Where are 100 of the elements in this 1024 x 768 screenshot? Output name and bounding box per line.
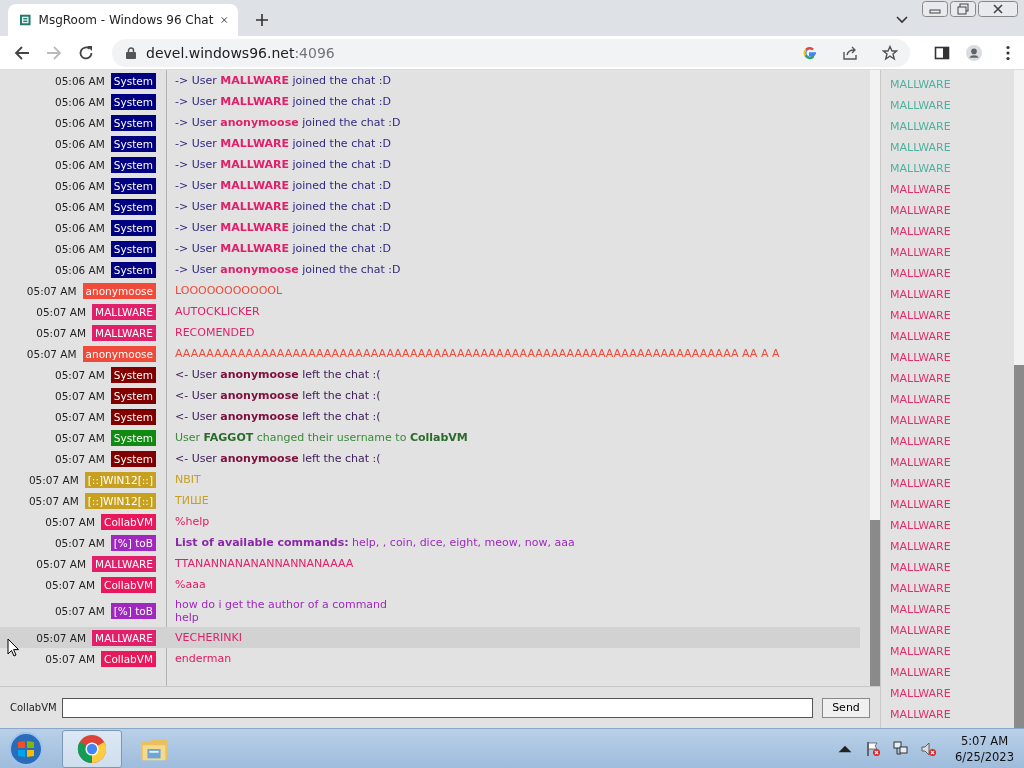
chrome-icon [77, 733, 107, 764]
user-list-item[interactable]: MALLWARE [890, 305, 1014, 326]
google-icon[interactable] [802, 44, 818, 61]
user-list-item[interactable]: MALLWARE [890, 347, 1014, 368]
close-button[interactable] [978, 1, 1018, 17]
start-button[interactable] [8, 730, 44, 767]
message-text: %aaa [174, 577, 206, 593]
address-field[interactable]: devel.windows96.net:4096 [112, 38, 910, 67]
user-list-item[interactable]: MALLWARE [890, 410, 1014, 431]
username-badge: [%] toB [110, 534, 156, 551]
timestamp: 05:07 AM [36, 305, 87, 318]
message-text: -> User anonymoose joined the chat :D [174, 262, 401, 278]
username-badge: System [110, 156, 156, 173]
username-badge: System [110, 240, 156, 257]
app-icon [20, 12, 31, 28]
user-list-item[interactable]: MALLWARE [890, 557, 1014, 578]
user-list-item[interactable]: MALLWARE [890, 263, 1014, 284]
user-list-item[interactable]: MALLWARE [890, 494, 1014, 515]
timestamp: 05:07 AM [55, 431, 105, 444]
user-list-item[interactable]: MALLWARE [890, 284, 1014, 305]
scrollbar[interactable] [870, 70, 880, 686]
timestamp: 05:07 AM [55, 452, 105, 465]
user-list-item[interactable]: MALLWARE [890, 473, 1014, 494]
menu-icon[interactable] [1006, 44, 1010, 61]
user-list-item[interactable]: MALLWARE [890, 578, 1014, 599]
timestamp: 05:07 AM [26, 347, 77, 360]
taskbar-button[interactable] [62, 729, 122, 768]
user-list-item[interactable]: MALLWARE [890, 326, 1014, 347]
user-list-item[interactable]: MALLWARE [890, 200, 1014, 221]
username-badge: System [110, 450, 156, 467]
user-list-item[interactable]: MALLWARE [890, 242, 1014, 263]
message-text: <- User anonymoose left the chat :( [174, 367, 381, 383]
speaker-muted-icon[interactable] [921, 740, 938, 757]
user-list-item[interactable]: MALLWARE [890, 389, 1014, 410]
user-list-item[interactable]: MALLWARE [890, 74, 1014, 95]
browser-tab[interactable]: MsgRoom - Windows 96 Chat [8, 4, 238, 36]
profile-icon[interactable] [966, 44, 982, 61]
timestamp: 05:06 AM [55, 116, 105, 129]
user-list-item[interactable]: MALLWARE [890, 158, 1014, 179]
timestamp: 05:07 AM [55, 389, 105, 402]
side-panel-icon[interactable] [934, 44, 950, 61]
send-button[interactable]: Send [822, 697, 870, 718]
timestamp: 05:07 AM [45, 578, 96, 591]
username-badge: System [110, 135, 156, 152]
username-badge: [%] toB [110, 603, 156, 619]
scrollbar[interactable] [1014, 70, 1024, 728]
clock-time[interactable]: 5:07 AM [960, 732, 1009, 749]
back-icon[interactable] [14, 44, 30, 61]
message-input[interactable] [61, 697, 813, 718]
user-list-item[interactable]: MALLWARE [890, 641, 1014, 662]
message-text: -> User MALLWARE joined the chat :D [174, 241, 391, 257]
user-list-item[interactable]: MALLWARE [890, 662, 1014, 683]
timestamp: 05:07 AM [45, 652, 96, 665]
flag-icon[interactable] [865, 740, 882, 757]
timestamp: 05:06 AM [55, 221, 105, 234]
message-text: how do i get the author of a command help [174, 597, 388, 626]
star-icon[interactable] [882, 44, 898, 61]
username-badge: anonymoose [82, 345, 156, 362]
timestamp: 05:07 AM [36, 631, 87, 644]
user-list-item[interactable]: MALLWARE [890, 452, 1014, 473]
username-badge: System [110, 261, 156, 278]
timestamp: 05:07 AM [55, 410, 105, 423]
timestamp: 05:07 AM [28, 494, 79, 507]
username-badge: CollabVM [101, 650, 156, 667]
reload-icon[interactable] [78, 44, 94, 61]
user-list-item[interactable]: MALLWARE [890, 515, 1014, 536]
user-list-item[interactable]: MALLWARE [890, 221, 1014, 242]
message-text: TTANANNANANANNANNANAAAA [174, 556, 354, 572]
username-badge: System [110, 177, 156, 194]
username-badge: anonymoose [82, 282, 156, 299]
timestamp: 05:07 AM [36, 326, 87, 339]
close-icon[interactable] [221, 15, 228, 25]
username-badge: System [110, 366, 156, 383]
user-list-item[interactable]: MALLWARE [890, 704, 1014, 725]
network-icon[interactable] [893, 740, 910, 757]
user-list-item[interactable]: MALLWARE [890, 179, 1014, 200]
user-list-item[interactable]: MALLWARE [890, 536, 1014, 557]
user-list-item[interactable]: MALLWARE [890, 137, 1014, 158]
user-list-item[interactable]: MALLWARE [890, 620, 1014, 641]
user-list-item[interactable]: MALLWARE [890, 599, 1014, 620]
clock-date[interactable]: 6/25/2023 [955, 748, 1014, 765]
user-list-item[interactable]: MALLWARE [890, 368, 1014, 389]
timestamp: 05:07 AM [54, 605, 105, 617]
minimize-button[interactable] [922, 1, 948, 17]
user-list-item[interactable]: MALLWARE [890, 95, 1014, 116]
message-text: <- User anonymoose left the chat :( [174, 451, 381, 467]
message-text: AUTOCKLICKER [174, 304, 260, 320]
user-list-item[interactable]: MALLWARE [890, 116, 1014, 137]
chevron-down-icon[interactable] [896, 16, 908, 24]
timestamp: 05:07 AM [36, 557, 87, 570]
message-text: <- User anonymoose left the chat :( [174, 409, 381, 425]
message-text: -> User MALLWARE joined the chat :D [174, 199, 391, 215]
message-text: enderman [174, 651, 232, 667]
user-list-item[interactable]: MALLWARE [890, 683, 1014, 704]
message-text: <- User anonymoose left the chat :( [174, 388, 381, 404]
timestamp: 05:06 AM [55, 263, 105, 276]
share-icon[interactable] [842, 44, 858, 61]
new-tab-icon[interactable] [256, 14, 268, 26]
restore-button[interactable] [950, 1, 976, 17]
user-list-item[interactable]: MALLWARE [890, 431, 1014, 452]
